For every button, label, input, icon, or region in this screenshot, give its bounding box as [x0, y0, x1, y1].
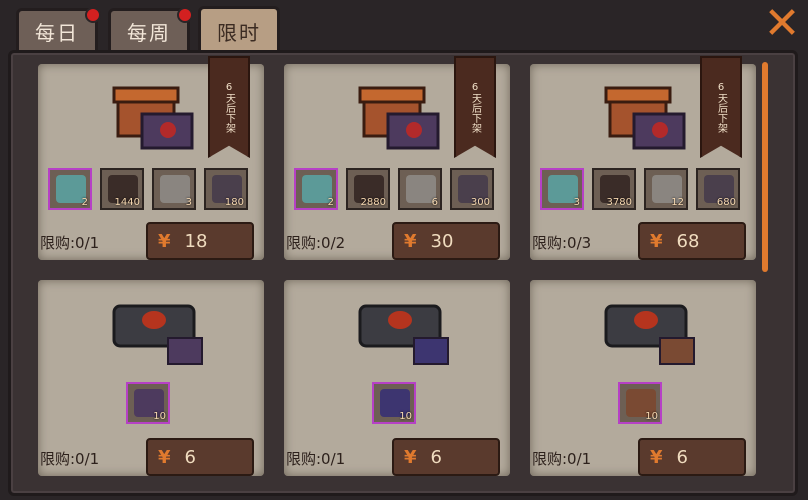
purchase-limit: 限购:0/1 [286, 450, 346, 468]
tab-limited-label: 限时 [217, 21, 261, 45]
dark-book-icon [112, 304, 203, 365]
item-slot[interactable]: 2 [294, 168, 338, 210]
purchase-limit: 限购:0/1 [40, 450, 100, 468]
buy-button[interactable]: ¥30 [392, 222, 500, 260]
coin-icon: ¥ [404, 446, 417, 468]
item-slot[interactable]: 180 [204, 168, 248, 210]
dark-book-icon [358, 304, 449, 365]
tab-daily[interactable]: 每日 [16, 7, 101, 52]
tab-weekly[interactable]: 每周 [108, 7, 193, 52]
gift-chest-icon [604, 86, 686, 150]
gift-chest-icon [112, 86, 194, 150]
item-slot[interactable]: 12 [644, 168, 688, 210]
item-slot[interactable]: 10 [618, 382, 662, 424]
item-slot[interactable]: 10 [126, 382, 170, 424]
coin-icon: ¥ [650, 230, 663, 252]
purchase-limit: 限购:0/1 [40, 234, 100, 252]
time-limit-banner: 6天后下架 [700, 56, 742, 158]
purchase-limit: 限购:0/1 [532, 450, 592, 468]
item-slot[interactable]: 3 [152, 168, 196, 210]
item-slot[interactable]: 10 [372, 382, 416, 424]
shop-card[interactable]: 6天后下架 2 1440 3 180 限购:0/1 ¥18 [38, 56, 264, 260]
buy-button[interactable]: ¥6 [638, 438, 746, 476]
gift-chest-icon [358, 86, 440, 150]
notification-dot [177, 7, 193, 23]
item-slot[interactable]: 2880 [346, 168, 390, 210]
scrollbar[interactable] [762, 62, 768, 272]
buy-button[interactable]: ¥6 [146, 438, 254, 476]
coin-icon: ¥ [404, 230, 417, 252]
tab-weekly-label: 每周 [127, 21, 171, 45]
shop-card[interactable]: 6天后下架 3 3780 12 680 限购:0/3 ¥68 [530, 56, 756, 260]
buy-button[interactable]: ¥6 [392, 438, 500, 476]
item-slot[interactable]: 3780 [592, 168, 636, 210]
time-limit-banner: 6天后下架 [208, 56, 250, 158]
shop-card[interactable]: 10 限购:0/1 ¥6 [284, 280, 510, 476]
purchase-limit: 限购:0/2 [286, 234, 346, 252]
shop-card[interactable]: 10 限购:0/1 ¥6 [38, 280, 264, 476]
item-slot[interactable]: 1440 [100, 168, 144, 210]
dark-book-icon [604, 304, 695, 365]
tab-daily-label: 每日 [35, 21, 79, 45]
shop-card[interactable]: 10 限购:0/1 ¥6 [530, 280, 756, 476]
coin-icon: ¥ [158, 446, 171, 468]
item-slot[interactable]: 300 [450, 168, 494, 210]
item-slot[interactable]: 6 [398, 168, 442, 210]
close-icon[interactable]: ✕ [762, 2, 802, 46]
coin-icon: ¥ [158, 230, 171, 252]
shop-card[interactable]: 6天后下架 2 2880 6 300 限购:0/2 ¥30 [284, 56, 510, 260]
tab-limited[interactable]: 限时 [198, 6, 280, 54]
purchase-limit: 限购:0/3 [532, 234, 592, 252]
coin-icon: ¥ [650, 446, 663, 468]
item-slot[interactable]: 3 [540, 168, 584, 210]
buy-button[interactable]: ¥18 [146, 222, 254, 260]
item-slot[interactable]: 2 [48, 168, 92, 210]
buy-button[interactable]: ¥68 [638, 222, 746, 260]
notification-dot [85, 7, 101, 23]
item-slot[interactable]: 680 [696, 168, 740, 210]
time-limit-banner: 6天后下架 [454, 56, 496, 158]
